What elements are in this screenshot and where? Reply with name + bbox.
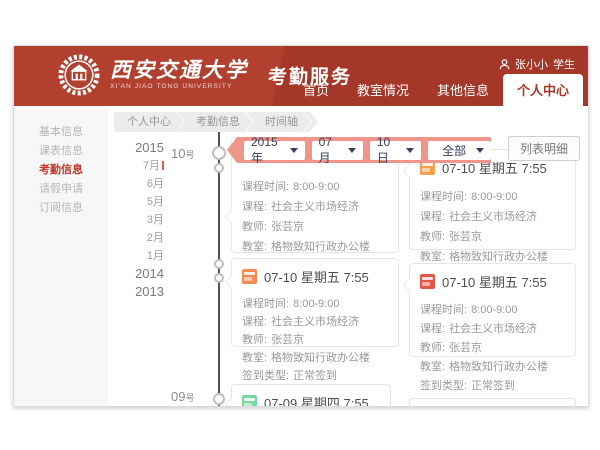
scale-month-mar[interactable]: 3月: [112, 211, 164, 229]
timeline-node-day10: [212, 146, 226, 160]
day-dropdown[interactable]: 10日: [370, 141, 421, 160]
main-nav: 首页 教室情况 其他信息 个人中心: [289, 74, 583, 106]
day-label-10: 10号: [171, 146, 194, 161]
university-name-en: XI'AN JIAO TONG UNIVERSITY: [110, 84, 248, 91]
chevron-down-icon: [476, 148, 484, 153]
sidebar-item-subscription-info[interactable]: 订阅信息: [14, 199, 108, 218]
scale-month-jan[interactable]: 1月: [112, 247, 164, 265]
sidebar-item-basic-info[interactable]: 基本信息: [14, 123, 108, 142]
attendance-type-icon: [242, 395, 257, 407]
list-detail-button[interactable]: 列表明细: [508, 136, 580, 161]
attendance-card: 07-10 星期五 7:55 课程时间:8:00-9:00 课程:社会主义市场经…: [409, 263, 576, 357]
breadcrumb-attendance-info[interactable]: 考勤信息: [177, 112, 253, 132]
sidebar: 基本信息 课表信息 考勤信息 请假申请 订阅信息: [14, 106, 108, 406]
timeline-node: [214, 163, 224, 173]
top-banner: 西安交通大学 XI'AN JIAO TONG UNIVERSITY 考勤服务 张…: [14, 46, 588, 106]
scale-year-2015[interactable]: 2015: [112, 139, 164, 157]
scale-month-feb[interactable]: 2月: [112, 229, 164, 247]
attendance-card: 07-09 星期四 7:55: [231, 384, 391, 407]
scale-month-may[interactable]: 5月: [112, 193, 164, 211]
timeline-node-day09: [213, 393, 225, 405]
breadcrumb-personal-center[interactable]: 个人中心: [114, 112, 184, 132]
university-name-cn: 西安交通大学: [110, 59, 248, 80]
attendance-type-icon: [420, 274, 435, 289]
chevron-down-icon: [290, 148, 298, 153]
sidebar-item-leave-request[interactable]: 请假申请: [14, 180, 108, 199]
scale-month-jul[interactable]: 7月: [112, 157, 164, 175]
sidebar-item-attendance-info[interactable]: 考勤信息: [14, 161, 108, 180]
filter-ribbon: 2015年 07月 10日 全部: [227, 137, 491, 163]
scale-month-jun[interactable]: 6月: [112, 175, 164, 193]
nav-other-info[interactable]: 其他信息: [423, 74, 503, 106]
card-title: 07-09 星期四 7:55: [264, 393, 369, 407]
year-dropdown[interactable]: 2015年: [244, 141, 305, 160]
user-name: 张小小: [515, 56, 548, 72]
person-icon: [499, 59, 510, 70]
nav-personal-center[interactable]: 个人中心: [503, 74, 583, 106]
breadcrumb: 个人中心 考勤信息 时间轴: [114, 112, 318, 132]
card-title: 07-10 星期五 7:55: [264, 267, 369, 286]
timeline-node: [214, 273, 224, 283]
selected-month-tick: [162, 161, 164, 170]
attendance-card: 07-10 星期五 7:55 课程时间:8:00-9:00 课程:社会主义市场经…: [231, 258, 399, 347]
attendance-card: 07-10 星期五 7:55 课程时间:8:00-9:00 课程:社会主义市场经…: [409, 149, 576, 250]
chevron-down-icon: [348, 148, 356, 153]
chevron-down-icon: [406, 148, 414, 153]
attendance-card-cutoff: [409, 398, 576, 407]
nav-home[interactable]: 首页: [289, 74, 343, 106]
timeline-scale: 2015 7月 6月 5月 3月 2月 1月 2014 2013: [112, 139, 164, 301]
sidebar-item-schedule-info[interactable]: 课表信息: [14, 142, 108, 161]
scale-year-2014[interactable]: 2014: [112, 265, 164, 283]
university-logo: [58, 54, 100, 96]
card-title: 07-10 星期五 7:55: [442, 272, 547, 291]
attendance-type-icon: [242, 269, 257, 284]
timeline-axis: [218, 132, 220, 406]
scale-year-2013[interactable]: 2013: [112, 283, 164, 301]
user-info[interactable]: 张小小 学生: [499, 56, 575, 72]
app-window: 西安交通大学 XI'AN JIAO TONG UNIVERSITY 考勤服务 张…: [13, 45, 589, 407]
month-dropdown[interactable]: 07月: [312, 141, 363, 160]
nav-classrooms[interactable]: 教室情况: [343, 74, 423, 106]
type-dropdown[interactable]: 全部: [428, 141, 491, 160]
user-role: 学生: [553, 56, 575, 72]
breadcrumb-timeline[interactable]: 时间轴: [246, 112, 311, 132]
day-label-09: 09号: [171, 389, 194, 404]
timeline-node: [214, 259, 224, 269]
